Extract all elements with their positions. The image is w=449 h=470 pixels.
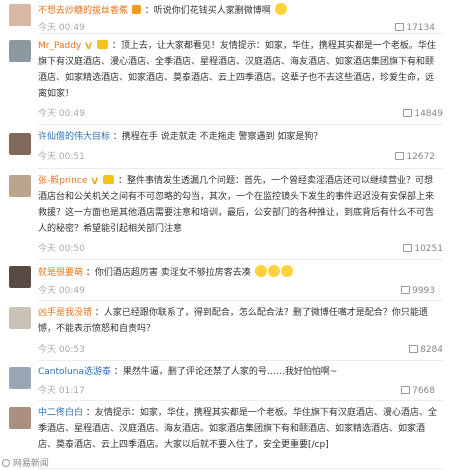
comment-item: 张-毅prince V ：整件事情发生透漏几个问题：首先，一个曾经卖淫酒店还可以… xyxy=(0,169,449,260)
comment-item: Mr_Paddy V ：顶上去，让大家都看见！友情提示：如家，华住，携程其实都是… xyxy=(0,34,449,125)
like-button[interactable]: 8284 xyxy=(409,343,443,357)
comment-text: ：果然牛逼，删了评论还禁了人家的号……我好怕怕啊~ xyxy=(113,367,338,377)
like-count: 14849 xyxy=(414,109,443,119)
comment-username[interactable]: 不想去炒糖的拔丝香蕉 xyxy=(38,6,128,16)
comment-username[interactable]: 中二佟白白 xyxy=(38,408,83,418)
thumb-up-icon xyxy=(403,109,413,117)
like-button[interactable]: 7668 xyxy=(401,384,435,398)
comment-item: 许仙僧的伟大目标 ：携程在手 说走就走 不走拖走 警察遇到 如家是狗？ 今天 0… xyxy=(0,125,449,169)
comment-username[interactable]: 张-毅prince xyxy=(38,176,87,186)
avatar[interactable] xyxy=(9,266,31,288)
like-count: 17134 xyxy=(406,23,435,33)
comment-text: ：你们酒店超厉害 卖淫女不够拉房客去凑 xyxy=(85,268,251,278)
level-icon xyxy=(96,40,108,49)
comment-time: 今天 00:49 xyxy=(38,109,85,119)
thumb-up-icon xyxy=(395,152,405,160)
emoji-icon xyxy=(280,265,293,277)
like-button[interactable]: 14849 xyxy=(403,107,443,121)
verified-icon: V xyxy=(85,42,93,52)
avatar[interactable] xyxy=(9,175,31,197)
like-count: 9993 xyxy=(412,286,435,296)
comment-username[interactable]: 许仙僧的伟大目标 xyxy=(38,132,110,142)
verified-icon: V xyxy=(91,177,99,187)
thumb-up-icon xyxy=(409,345,419,353)
comment-time: 今天 00:49 xyxy=(38,286,85,296)
comment-item: 不想去炒糖的拔丝香蕉 ：听说你们花钱买人家删微博啊 今天 00:49 17134 xyxy=(0,0,449,34)
comment-username[interactable]: 凶手是我没错 xyxy=(38,308,92,318)
comment-username[interactable]: Mr_Paddy xyxy=(38,41,81,51)
avatar[interactable] xyxy=(9,40,31,62)
comment-time: 今天 00:53 xyxy=(38,345,85,355)
level-icon xyxy=(103,175,115,184)
comment-item: 凶手是我没错 ：人家已经跟你联系了，得到配合，怎么配合法？删了微博任嘴才是配合？… xyxy=(0,301,449,361)
thumb-up-icon xyxy=(401,286,411,294)
comment-text: ：人家已经跟你联系了，得到配合，怎么配合法？删了微博任嘴才是配合？你只能遗憾，不… xyxy=(38,308,428,334)
comment-time: 今天 00:51 xyxy=(38,152,85,162)
watermark-text: 网易新闻 xyxy=(12,459,49,469)
like-button[interactable]: 10251 xyxy=(403,242,443,256)
comment-text: ：听说你们花钱买人家删微博啊 xyxy=(144,6,271,16)
avatar[interactable] xyxy=(9,407,31,429)
watermark-logo-icon xyxy=(2,459,10,467)
avatar[interactable] xyxy=(9,367,31,389)
comment-time: 今天 01:17 xyxy=(38,386,85,396)
thumb-up-icon xyxy=(401,386,411,394)
avatar[interactable] xyxy=(9,4,31,26)
comment-time: 今天 00:50 xyxy=(38,244,85,254)
like-button[interactable]: 9993 xyxy=(401,284,435,298)
like-count: 10251 xyxy=(414,244,443,254)
comment-list: 不想去炒糖的拔丝香蕉 ：听说你们花钱买人家删微博啊 今天 00:49 17134… xyxy=(0,0,449,469)
like-count: 7668 xyxy=(412,386,435,396)
thumb-up-icon xyxy=(395,23,405,31)
comment-item: 中二佟白白 ：友情提示：如家，华住，携程其实都是一个老板。华住旗下有汉庭酒店、漫… xyxy=(0,401,449,469)
like-button[interactable]: 12672 xyxy=(395,150,435,164)
comment-time: 今天 00:49 xyxy=(38,23,85,33)
comment-item: Cantoluna选游泰 ：果然牛逼，删了评论还禁了人家的号……我好怕怕啊~ 今… xyxy=(0,361,449,401)
watermark: 网易新闻 xyxy=(2,456,49,469)
emoji-icon xyxy=(267,265,280,277)
vip-icon xyxy=(131,5,141,14)
thumb-up-icon xyxy=(403,244,413,252)
comment-text: ：友情提示：如家，华住，携程其实都是一个老板。华住旗下有汉庭酒店、漫心酒店、全季… xyxy=(38,408,437,450)
comment-username[interactable]: Cantoluna选游泰 xyxy=(38,367,111,377)
comment-item: 就是很要萌 ：你们酒店超厉害 卖淫女不够拉房客去凑 今天 00:49 9993 xyxy=(0,260,449,301)
like-count: 8284 xyxy=(420,345,443,355)
emoji-icon xyxy=(274,3,287,15)
like-button[interactable]: 17134 xyxy=(395,21,435,35)
avatar[interactable] xyxy=(9,307,31,329)
comment-text: ：顶上去，让大家都看见！友情提示：如家，华住，携程其实都是一个老板。华住旗下有汉… xyxy=(38,41,436,99)
emoji-icon xyxy=(254,265,267,277)
comment-text: ：携程在手 说走就走 不走拖走 警察遇到 如家是狗？ xyxy=(112,132,323,142)
comment-username[interactable]: 就是很要萌 xyxy=(38,268,83,278)
like-count: 12672 xyxy=(406,152,435,162)
avatar[interactable] xyxy=(9,133,31,155)
